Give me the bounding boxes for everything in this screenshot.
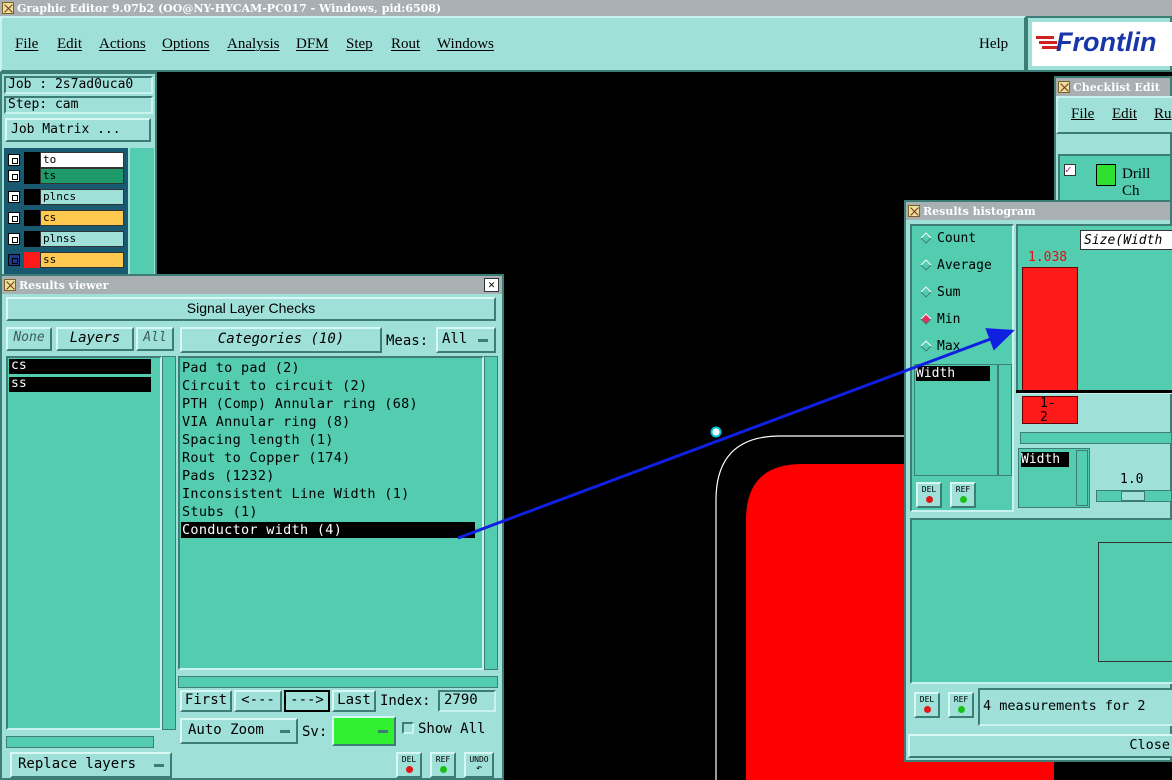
results-del-button[interactable]: DEL bbox=[396, 752, 422, 778]
histogram-option-count[interactable]: Count bbox=[918, 231, 976, 246]
histogram-option-max[interactable]: Max bbox=[918, 339, 960, 354]
checklist-menu-run[interactable]: Ru bbox=[1154, 106, 1172, 123]
histogram-icon bbox=[908, 205, 920, 217]
measurement-status-text: 4 measurements for 2 bbox=[983, 698, 1146, 714]
checklist-menu-file[interactable]: File bbox=[1071, 106, 1094, 123]
auto-zoom-select[interactable]: Auto Zoom bbox=[180, 718, 298, 744]
category-item[interactable]: Circuit to circuit (2) bbox=[182, 378, 367, 394]
checklist-editor: Checklist Edit File Edit Ru ✓ Drill Ch bbox=[1054, 76, 1172, 206]
replace-layers-label: Replace layers bbox=[18, 756, 137, 772]
category-item[interactable]: PTH (Comp) Annular ring (68) bbox=[182, 396, 418, 412]
histogram-option-sum[interactable]: Sum bbox=[918, 285, 960, 300]
histogram-field[interactable]: Width bbox=[916, 366, 990, 381]
histogram-axis-label: Size(Width bbox=[1084, 233, 1163, 248]
histogram-bar-value: 1.038 bbox=[1028, 250, 1068, 265]
option-label: Min bbox=[937, 312, 961, 327]
result-layer-cs[interactable]: cs bbox=[9, 359, 151, 374]
result-layer-ss[interactable]: ss bbox=[9, 377, 151, 392]
replace-layers-select[interactable]: Replace layers bbox=[10, 752, 172, 778]
option-label: Sum bbox=[937, 285, 961, 300]
checkmark-icon[interactable]: ✓ bbox=[1064, 164, 1076, 176]
results-undo-button[interactable]: UNDO ↶ bbox=[464, 752, 494, 778]
meas-select[interactable]: All bbox=[436, 327, 496, 353]
option-label: Max bbox=[937, 339, 961, 354]
histogram-del-button-1[interactable]: DEL bbox=[916, 482, 942, 508]
results-viewer-title: Results viewer bbox=[19, 278, 109, 292]
results-viewer-icon bbox=[4, 279, 16, 291]
radio-icon[interactable] bbox=[920, 232, 932, 244]
all-layers-button[interactable]: All bbox=[136, 327, 174, 351]
meas-label: Meas: bbox=[386, 333, 429, 349]
histogram-ref-button-2[interactable]: REF bbox=[948, 692, 974, 718]
results-ref-button[interactable]: REF bbox=[430, 752, 456, 778]
preview-frame bbox=[1098, 542, 1172, 662]
categories-button[interactable]: Categories (10) bbox=[180, 327, 382, 353]
layer-results-scroll[interactable] bbox=[162, 356, 176, 730]
category-item[interactable]: Inconsistent Line Width (1) bbox=[182, 486, 410, 502]
index-label: Index: bbox=[380, 693, 431, 709]
none-button[interactable]: None bbox=[6, 327, 52, 351]
first-button[interactable]: First bbox=[180, 690, 232, 712]
layer-results-list bbox=[6, 356, 162, 730]
meas-value: All bbox=[442, 331, 468, 347]
histogram-option-min[interactable]: Min bbox=[918, 312, 960, 327]
width-scroll[interactable] bbox=[1076, 450, 1088, 506]
measurement-marker bbox=[710, 426, 722, 438]
checklist-title: Checklist Edit bbox=[1073, 80, 1160, 94]
category-item[interactable]: Rout to Copper (174) bbox=[182, 450, 351, 466]
category-hscroll[interactable] bbox=[178, 676, 498, 688]
histogram-close-button[interactable]: Close bbox=[908, 734, 1172, 758]
drill-check-icon bbox=[1096, 164, 1116, 186]
category-item[interactable]: Pad to pad (2) bbox=[182, 360, 300, 376]
next-button[interactable]: ---> bbox=[284, 690, 330, 712]
show-all-label: Show All bbox=[418, 721, 486, 737]
histogram-ref-button-1[interactable]: REF bbox=[950, 482, 976, 508]
index-value: 2790 bbox=[444, 692, 478, 708]
field-scroll[interactable] bbox=[998, 364, 1012, 476]
radio-icon[interactable] bbox=[920, 286, 932, 298]
checklist-menu-edit[interactable]: Edit bbox=[1112, 106, 1137, 123]
histogram-bin-label: 1- 2 bbox=[1040, 396, 1056, 425]
slider-value: 1.0 bbox=[1120, 472, 1144, 487]
category-item[interactable]: VIA Annular ring (8) bbox=[182, 414, 351, 430]
histogram-title: Results histogram bbox=[923, 204, 1036, 218]
close-label: Close bbox=[1129, 737, 1170, 753]
signal-layer-checks-header[interactable]: Signal Layer Checks bbox=[6, 297, 496, 321]
width-label[interactable]: Width bbox=[1021, 452, 1069, 467]
prev-button[interactable]: <--- bbox=[234, 690, 282, 712]
category-item[interactable]: Stubs (1) bbox=[182, 504, 258, 520]
histogram-del-button-2[interactable]: DEL bbox=[914, 692, 940, 718]
category-item[interactable]: Spacing length (1) bbox=[182, 432, 334, 448]
histogram-bar[interactable] bbox=[1022, 267, 1078, 392]
index-input[interactable]: 2790 bbox=[438, 690, 496, 712]
checklist-item[interactable]: Drill Ch bbox=[1122, 166, 1170, 200]
layers-button[interactable]: Layers bbox=[56, 327, 134, 351]
histogram-hscroll[interactable] bbox=[1020, 432, 1172, 444]
category-item[interactable]: Conductor width (4) bbox=[182, 522, 342, 538]
undo-icon: ↶ bbox=[475, 763, 483, 774]
header-label: Signal Layer Checks bbox=[186, 300, 316, 316]
last-button[interactable]: Last bbox=[332, 690, 376, 712]
layer-results-hscroll[interactable] bbox=[6, 736, 154, 748]
option-label: Count bbox=[937, 231, 977, 246]
option-label: Average bbox=[937, 258, 992, 273]
histogram-slider[interactable] bbox=[1096, 490, 1172, 502]
histogram-option-average[interactable]: Average bbox=[918, 258, 992, 273]
radio-icon[interactable] bbox=[920, 340, 932, 352]
auto-zoom-label: Auto Zoom bbox=[188, 722, 264, 738]
category-scroll[interactable] bbox=[484, 356, 498, 670]
checklist-icon bbox=[1058, 81, 1070, 93]
radio-icon[interactable] bbox=[920, 259, 932, 271]
histogram-axis bbox=[1016, 390, 1172, 393]
show-all-checkbox[interactable] bbox=[402, 722, 414, 734]
results-viewer-close-icon[interactable]: ✕ bbox=[484, 278, 499, 292]
sv-label: Sv: bbox=[302, 724, 328, 740]
radio-icon[interactable] bbox=[920, 313, 932, 325]
category-item[interactable]: Pads (1232) bbox=[182, 468, 275, 484]
sv-color-select[interactable] bbox=[332, 716, 396, 746]
